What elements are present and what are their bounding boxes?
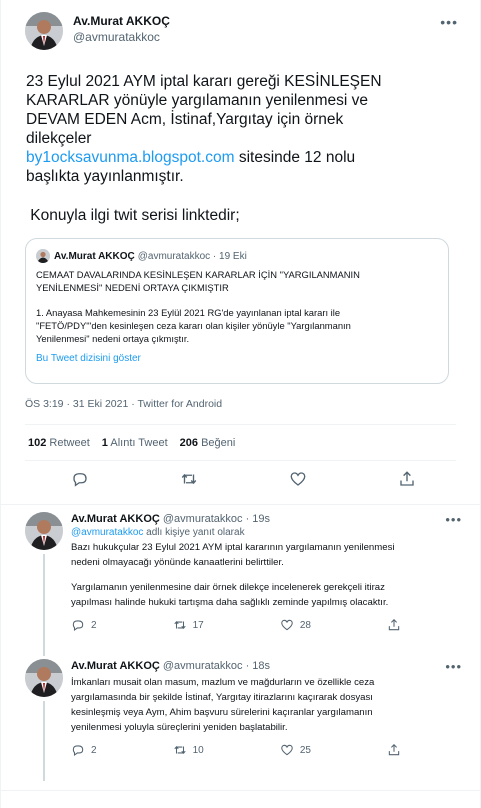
reply-to-handle[interactable]: @avmuratakkoc	[71, 527, 143, 538]
retweet-count: 17	[192, 619, 204, 631]
reply-count: 2	[91, 619, 97, 631]
main-action-bar	[25, 470, 461, 488]
display-name[interactable]: Av.Murat AKKOÇ	[71, 660, 160, 672]
heart-icon	[281, 619, 293, 631]
reply-text: İmkanları musait olan masum, mazlum ve m…	[71, 675, 461, 735]
share-icon[interactable]	[398, 470, 416, 488]
quote-display-name: Av.Murat AKKOÇ	[54, 250, 135, 262]
reply-text-line: yargılamasında bir şekilde İstinaf, Yarg…	[71, 692, 373, 703]
tweet-timestamp[interactable]: ÖS 3:19 · 31 Eki 2021 · Twitter for Andr…	[25, 398, 222, 410]
quote-header: Av.Murat AKKOÇ @avmuratakkoc · 19 Eki	[36, 249, 438, 263]
share-button[interactable]	[387, 743, 401, 757]
reply-meta[interactable]: @avmuratakkoc · 19s	[163, 513, 270, 525]
retweet-icon[interactable]	[180, 470, 198, 488]
divider	[1, 790, 480, 791]
share-button[interactable]	[387, 618, 401, 632]
quote-text: CEMAAT DAVALARINDA KESİNLEŞEN KARARLAR İ…	[36, 268, 436, 345]
reply-text-line: yenilenmesi yoluyla süreçlerini yeniden …	[71, 722, 288, 733]
tweet-header: Av.Murat AKKOÇ @avmuratakkoc	[25, 12, 464, 50]
main-tweet: Av.Murat AKKOÇ @avmuratakkoc ••• 23 Eylu…	[1, 0, 480, 225]
reply-text-line: nedeni olmayacağı yönünde kanaatlerini b…	[71, 557, 284, 568]
like-count[interactable]: 206 Beğeni	[180, 437, 236, 449]
avatar[interactable]	[25, 659, 63, 697]
quote-meta: @avmuratakkoc · 19 Eki	[137, 250, 247, 262]
like-button[interactable]: 25	[280, 743, 311, 757]
thread-line	[43, 554, 45, 656]
tweet-text-line: Konuyla ilgi twit serisi linktedir;	[26, 207, 240, 224]
reply-text-line: İmkanları musait olan masum, mazlum ve m…	[71, 677, 375, 688]
retweet-count: 10	[192, 744, 204, 756]
tweet-text: 23 Eylul 2021 AYM iptal kararı gereği KE…	[26, 72, 436, 225]
reply-text-line: yapılması halinde hukuki tartışma daha s…	[71, 597, 389, 608]
handle[interactable]: @avmuratakkoc	[73, 29, 170, 45]
reply-header: Av.Murat AKKOÇ @avmuratakkoc · 18s	[71, 659, 461, 673]
reply-action-bar: 2 17 28	[71, 618, 401, 632]
heart-icon	[281, 744, 293, 756]
quote-text-line: Yenilenmesi" nedeni ortaya çıkmıştır.	[36, 333, 190, 344]
tweet-text-line: by1ocksavunma.blogspot.com sitesinde 12 …	[26, 148, 436, 167]
divider	[25, 424, 456, 425]
reply-text-line: kesinleşmiş veya Aym, Ahim başvuru sürel…	[71, 707, 373, 718]
tweet-detail-page: Av.Murat AKKOÇ @avmuratakkoc ••• 23 Eylu…	[0, 0, 481, 808]
tweet-text-line: başlıkta yayınlanmıştır.	[26, 168, 184, 185]
show-thread-link[interactable]: Bu Tweet dizisini göster	[36, 353, 438, 364]
like-count: 28	[299, 619, 311, 631]
avatar[interactable]	[25, 12, 63, 50]
quoted-tweet[interactable]: Av.Murat AKKOÇ @avmuratakkoc · 19 Eki CE…	[25, 238, 449, 384]
avatar[interactable]	[25, 512, 63, 550]
retweet-icon	[173, 620, 186, 630]
heart-icon[interactable]	[289, 470, 307, 488]
divider	[25, 460, 456, 461]
reply-header: Av.Murat AKKOÇ @avmuratakkoc · 19s	[71, 512, 461, 526]
quote-avatar	[36, 249, 50, 263]
share-icon	[388, 744, 400, 756]
reply-button[interactable]: 2	[71, 743, 97, 757]
reply-action-bar: 2 10 25	[71, 743, 401, 757]
retweet-count[interactable]: 102 Retweet	[28, 437, 90, 449]
reply-count: 2	[91, 744, 97, 756]
reply-text-line: Bazı hukukçular 23 Eylul 2021 AYM iptal …	[71, 542, 395, 553]
quote-text-line: 1. Anayasa Mahkemesinin 23 Eylül 2021 RG…	[36, 307, 341, 318]
quote-text-line: CEMAAT DAVALARINDA KESİNLEŞEN KARARLAR İ…	[36, 269, 360, 280]
thread-line	[43, 701, 45, 781]
tweet-stats: 102 Retweet 1 Alıntı Tweet 206 Beğeni	[28, 437, 235, 449]
reply-meta[interactable]: @avmuratakkoc · 18s	[163, 660, 270, 672]
reply-text-line: Yargılamanın yenilenmesine dair örnek di…	[71, 582, 385, 593]
share-icon	[388, 619, 400, 631]
tweet-text-line: 23 Eylul 2021 AYM iptal kararı gereği KE…	[26, 73, 382, 90]
reply-icon[interactable]	[71, 470, 89, 488]
quote-text-line: "FETÖ/PDY"'den kesinleşen ceza kararı ol…	[36, 320, 351, 331]
tweet-text-line: dilekçeler	[26, 130, 92, 147]
display-name[interactable]: Av.Murat AKKOÇ	[73, 14, 170, 29]
like-button[interactable]: 28	[280, 618, 311, 632]
display-name[interactable]: Av.Murat AKKOÇ	[71, 513, 160, 525]
divider	[1, 504, 480, 505]
more-dots-icon[interactable]: •••	[440, 14, 458, 30]
tweet-text-line: DEVAM EDEN Acm, İstinaf,Yargıtay için ör…	[26, 111, 344, 128]
reply-icon	[72, 620, 84, 631]
retweet-button[interactable]: 17	[173, 618, 204, 632]
like-count: 25	[299, 744, 311, 756]
reply-icon	[72, 745, 84, 756]
replying-to: @avmuratakkoc adlı kişiye yanıt olarak	[71, 527, 245, 538]
reply-tweet[interactable]: ••• Av.Murat AKKOÇ @avmuratakkoc · 19s @…	[1, 512, 480, 656]
blog-link[interactable]: by1ocksavunma.blogspot.com	[26, 149, 235, 166]
reply-button[interactable]: 2	[71, 618, 97, 632]
tweet-text-line: KARARLAR yönüyle yargılamanın yenilenmes…	[26, 92, 369, 109]
reply-tweet[interactable]: ••• Av.Murat AKKOÇ @avmuratakkoc · 18s İ…	[1, 659, 480, 781]
retweet-icon	[173, 745, 186, 755]
tweet-text-fragment: sitesinde 12 nolu	[234, 149, 356, 166]
quote-count[interactable]: 1 Alıntı Tweet	[102, 437, 168, 449]
quote-text-line: YENİLENMESİ" NEDENİ ORTAYA ÇIKMIŞTIR	[36, 282, 229, 293]
retweet-button[interactable]: 10	[173, 743, 204, 757]
reply-text: Bazı hukukçular 23 Eylul 2021 AYM iptal …	[71, 540, 461, 610]
